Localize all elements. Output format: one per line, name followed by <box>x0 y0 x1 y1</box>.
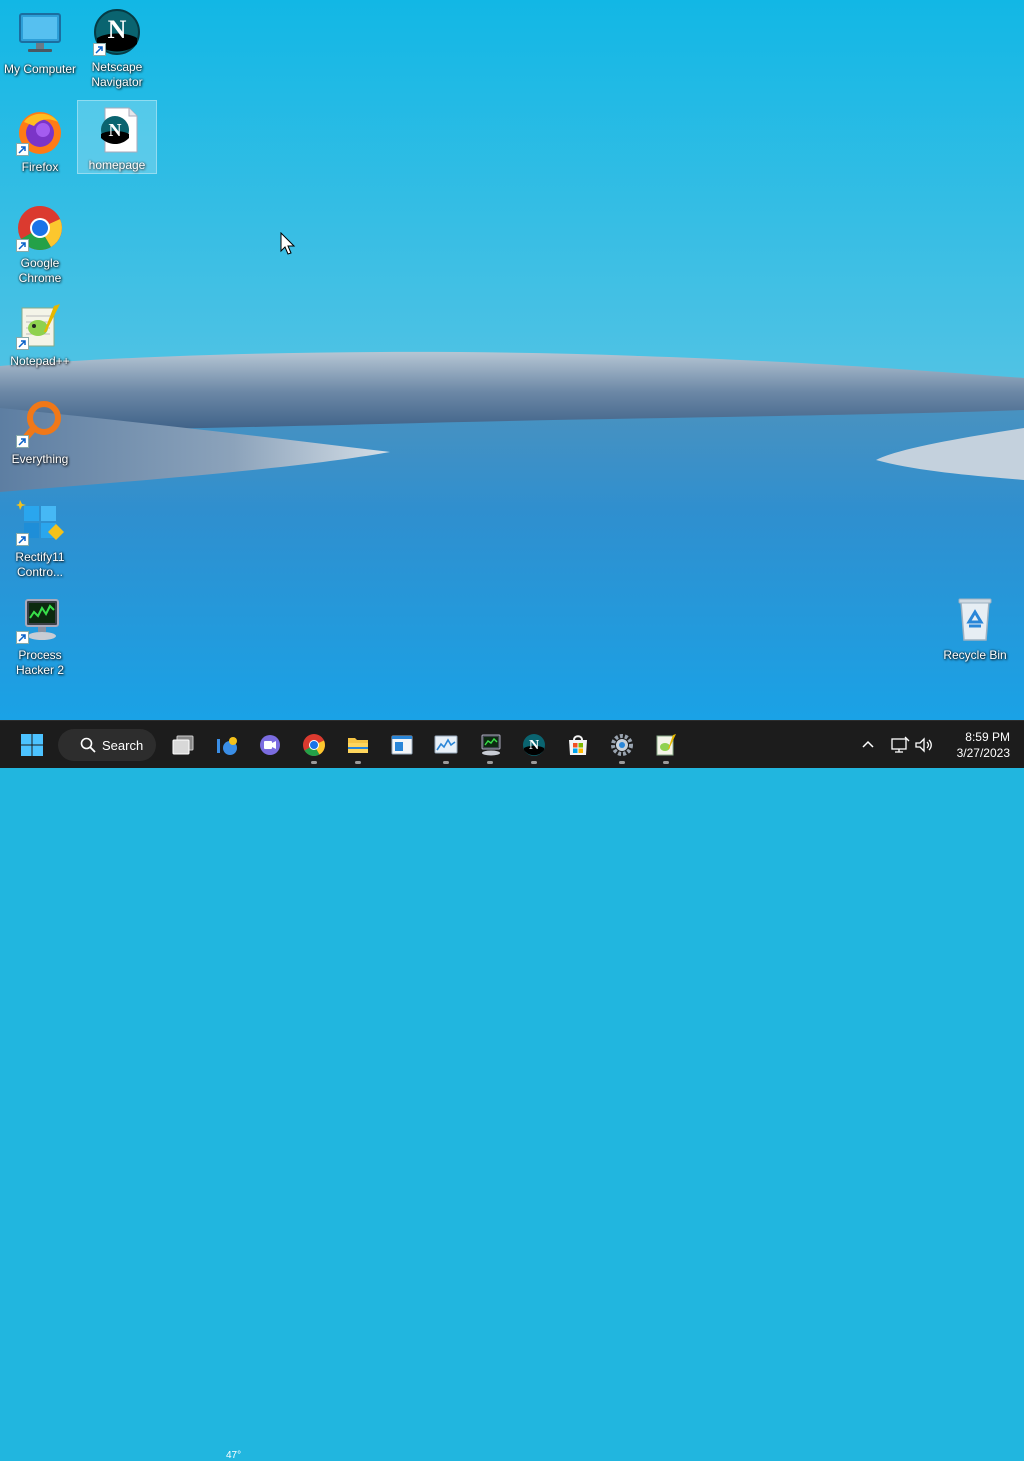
shortcut-arrow-icon <box>16 533 29 546</box>
chat-icon <box>260 735 280 755</box>
running-indicator <box>443 761 449 764</box>
taskbar-clock[interactable]: 8:59 PM 3/27/2023 <box>957 729 1010 761</box>
show-hidden-icons-button[interactable] <box>858 735 878 755</box>
desktop-icon-process-hacker[interactable]: Process Hacker 2 <box>0 596 80 678</box>
widgets-icon <box>217 737 237 755</box>
desktop-icon-label: My Computer <box>3 62 77 76</box>
taskbar-app-process-hacker[interactable] <box>470 725 510 765</box>
desktop-icon-label: Rectify11 Contro... <box>15 550 65 579</box>
shortcut-arrow-icon <box>93 43 106 56</box>
chrome-icon <box>303 734 325 756</box>
svg-text:N: N <box>529 738 539 753</box>
shortcut-arrow-icon <box>16 239 29 252</box>
settings-icon <box>611 734 633 756</box>
desktop-icon-label: Firefox <box>21 160 59 174</box>
network-status-button[interactable] <box>890 735 910 755</box>
task-view-button[interactable] <box>163 725 203 765</box>
desktop-icon-homepage[interactable]: N homepage <box>77 100 157 174</box>
widgets-button[interactable] <box>207 725 247 765</box>
clock-date: 3/27/2023 <box>956 746 1010 760</box>
desktop-icon-notepad-plus-plus[interactable]: Notepad++ <box>0 302 80 369</box>
desktop-icon-recycle-bin[interactable]: Recycle Bin <box>935 596 1015 663</box>
taskbar-app-resource-monitor[interactable] <box>426 725 466 765</box>
clock-time: 8:59 PM <box>965 730 1010 744</box>
netscape-document-icon: N <box>101 107 138 153</box>
shortcut-arrow-icon <box>16 435 29 448</box>
search-icon <box>80 737 96 753</box>
network-icon <box>891 736 910 753</box>
taskbar-app-notepad[interactable] <box>382 725 422 765</box>
shortcut-arrow-icon <box>16 631 29 644</box>
chat-button[interactable] <box>250 725 290 765</box>
notepad-icon <box>391 735 413 755</box>
shortcut-arrow-icon <box>16 337 29 350</box>
mouse-cursor-icon <box>280 232 296 255</box>
netscape-icon: N <box>523 734 545 756</box>
process-hacker-icon <box>481 734 501 756</box>
taskbar-app-netscape[interactable]: N <box>514 725 554 765</box>
taskbar-app-store[interactable] <box>558 725 598 765</box>
desktop-icon-netscape-navigator[interactable]: N Netscape Navigator <box>77 8 157 90</box>
recycle-bin-icon <box>958 598 992 641</box>
desktop-icon-label: Notepad++ <box>10 354 70 368</box>
desktop-icon-label: Process Hacker 2 <box>15 648 65 677</box>
desktop-icon-google-chrome[interactable]: Google Chrome <box>0 204 80 286</box>
store-icon <box>569 735 587 755</box>
taskbar-app-chrome[interactable] <box>294 725 334 765</box>
running-indicator <box>663 761 669 764</box>
svg-text:N: N <box>109 120 122 140</box>
taskbar-app-file-explorer[interactable] <box>338 725 378 765</box>
start-icon <box>21 734 43 756</box>
desktop-icon-my-computer[interactable]: My Computer <box>0 10 80 77</box>
running-indicator <box>531 761 537 764</box>
volume-icon <box>915 737 932 753</box>
shortcut-arrow-icon <box>16 143 29 156</box>
file-explorer-icon <box>348 738 368 753</box>
desktop-icon-label: Netscape Navigator <box>91 60 143 89</box>
taskbar-search-box[interactable]: Search <box>58 729 156 761</box>
volume-button[interactable] <box>914 735 934 755</box>
running-indicator <box>311 761 317 764</box>
desktop-icon-label: Everything <box>11 452 69 466</box>
svg-text:N: N <box>108 15 127 44</box>
task-view-icon <box>172 735 194 755</box>
desktop-icon-label: Recycle Bin <box>943 648 1007 662</box>
running-indicator <box>619 761 625 764</box>
notepad-plus-plus-icon <box>656 734 676 756</box>
start-button[interactable] <box>12 725 52 765</box>
desktop-icon-rectify11[interactable]: Rectify11 Contro... <box>0 498 80 580</box>
resource-monitor-icon <box>434 735 458 754</box>
desktop-icon-firefox[interactable]: Firefox <box>0 108 80 175</box>
weather-temperature: 47° <box>226 1450 242 1461</box>
taskbar-app-settings[interactable] <box>602 725 642 765</box>
chevron-up-icon <box>862 740 874 748</box>
desktop-icon-everything[interactable]: Everything <box>0 400 80 467</box>
taskbar: Search 47° N 8:59 PM 3/27/2023 <box>0 720 1024 1461</box>
running-indicator <box>355 761 361 764</box>
taskbar-app-notepad-plus-plus[interactable] <box>646 725 686 765</box>
monitor-icon <box>19 13 61 52</box>
search-label: Search <box>102 737 144 753</box>
running-indicator <box>487 761 493 764</box>
desktop-icon-label: Google Chrome <box>18 256 62 285</box>
